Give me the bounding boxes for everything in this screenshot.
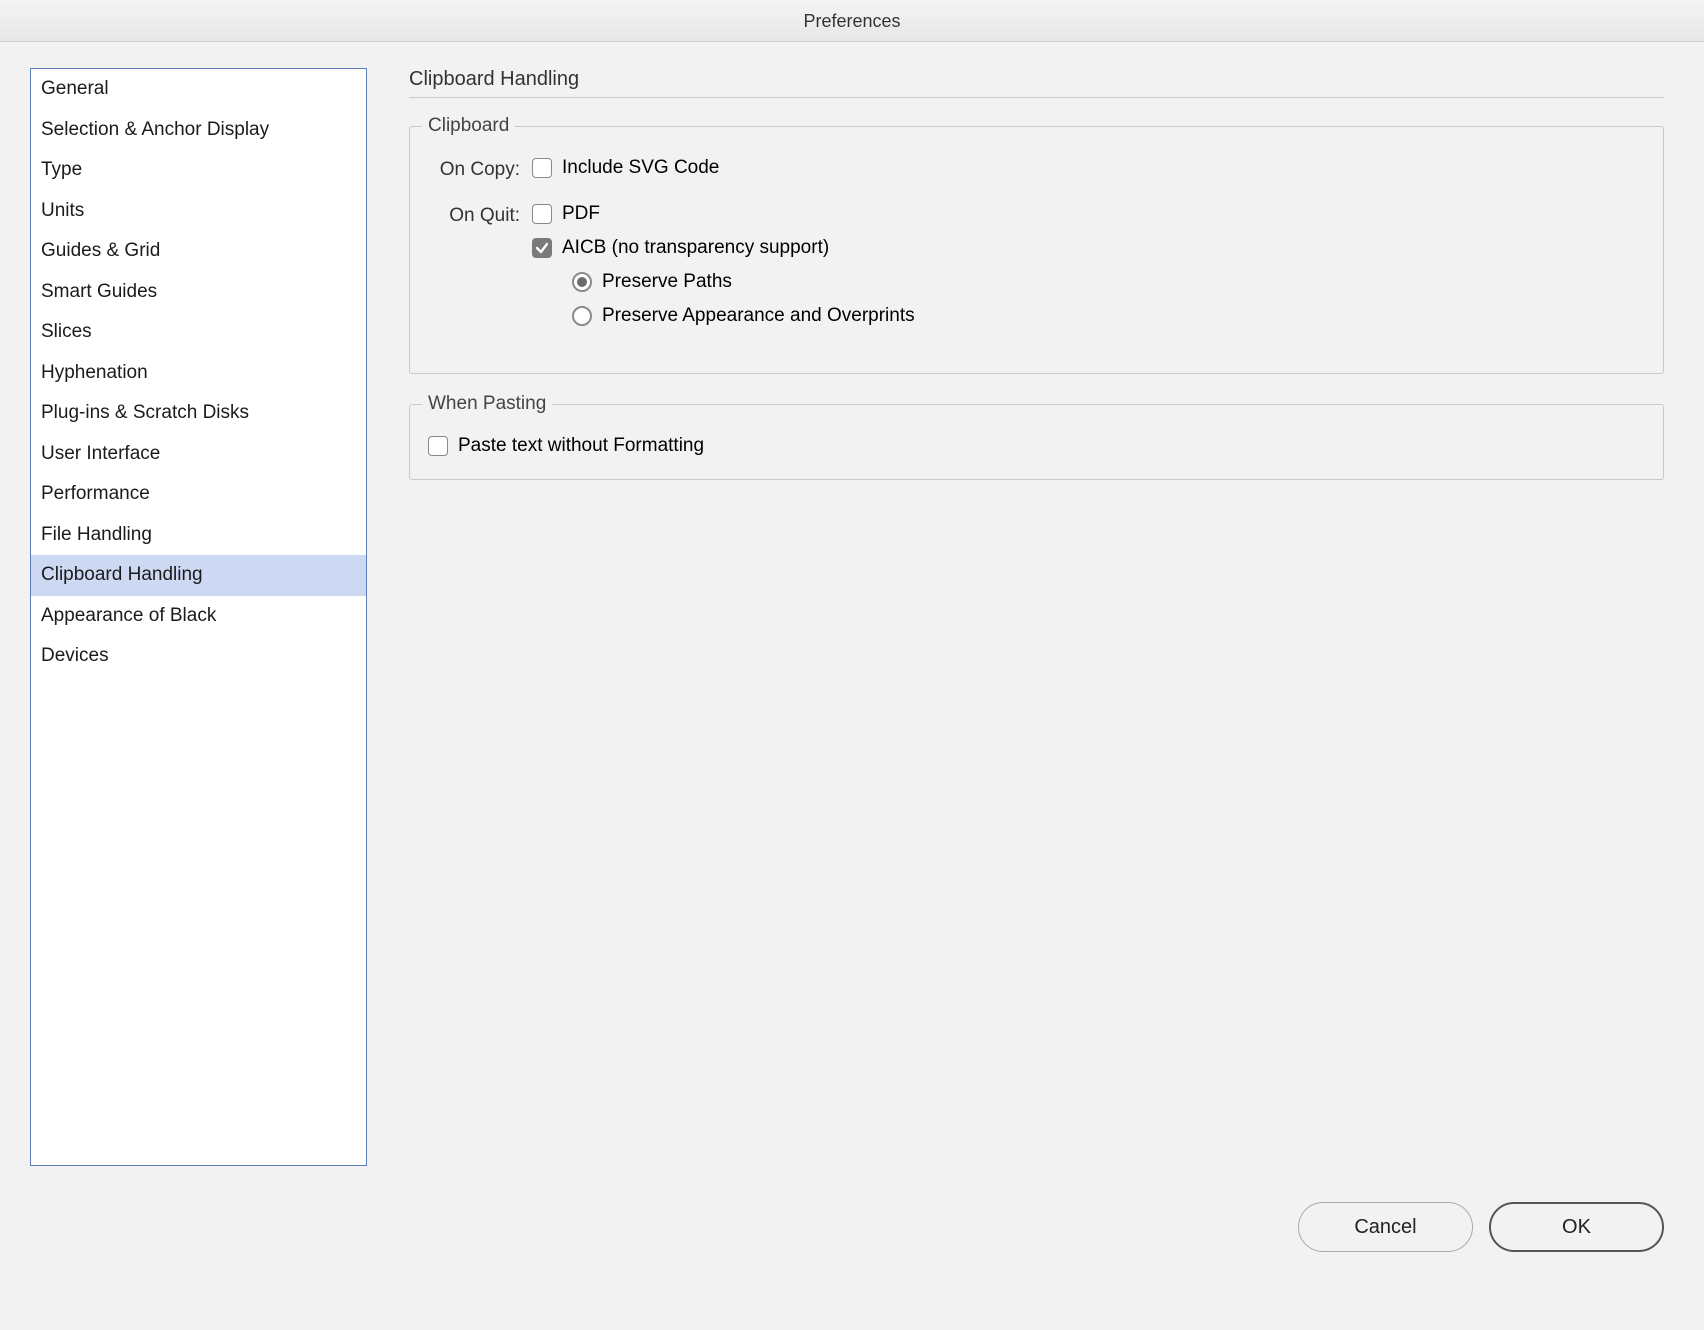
sidebar-item-label: Devices [41,645,109,666]
paste-without-formatting-checkbox[interactable] [428,436,448,456]
cancel-button[interactable]: Cancel [1298,1202,1473,1252]
sidebar-item-label: File Handling [41,524,152,545]
when-pasting-fieldset: When Pasting Paste text without Formatti… [409,404,1664,480]
preserve-paths-label: Preserve Paths [602,271,732,293]
ok-button[interactable]: OK [1489,1202,1664,1252]
sidebar-item-label: Units [41,200,84,221]
sidebar-item-general[interactable]: General [31,69,366,110]
main-pane: Clipboard Handling Clipboard On Copy: In… [367,68,1674,1192]
sidebar-item-plugins-scratch[interactable]: Plug-ins & Scratch Disks [31,393,366,434]
on-quit-label: On Quit: [428,203,532,227]
aicb-radio-group: Preserve Paths Preserve Appearance and O… [532,271,1645,327]
sidebar-item-user-interface[interactable]: User Interface [31,434,366,475]
sidebar-item-label: Appearance of Black [41,605,216,626]
clipboard-legend: Clipboard [422,115,515,137]
on-copy-label: On Copy: [428,157,532,181]
paste-without-formatting-label: Paste text without Formatting [458,435,704,457]
sidebar-item-smart-guides[interactable]: Smart Guides [31,272,366,313]
preserve-paths-option[interactable]: Preserve Paths [572,271,1645,293]
preserve-appearance-radio[interactable] [572,306,592,326]
sidebar-item-type[interactable]: Type [31,150,366,191]
pdf-checkbox[interactable] [532,204,552,224]
sidebar-item-label: Hyphenation [41,362,148,383]
preferences-sidebar: General Selection & Anchor Display Type … [30,68,367,1166]
sidebar-item-devices[interactable]: Devices [31,636,366,677]
sidebar-item-file-handling[interactable]: File Handling [31,515,366,556]
sidebar-item-label: User Interface [41,443,160,464]
sidebar-item-guides-grid[interactable]: Guides & Grid [31,231,366,272]
pane-title: Clipboard Handling [409,68,1664,97]
pdf-label: PDF [562,203,600,225]
sidebar-item-label: Plug-ins & Scratch Disks [41,402,249,423]
sidebar-item-label: Guides & Grid [41,240,160,261]
paste-without-formatting-option[interactable]: Paste text without Formatting [428,435,1645,457]
when-pasting-legend: When Pasting [422,393,552,415]
sidebar-item-performance[interactable]: Performance [31,474,366,515]
include-svg-option[interactable]: Include SVG Code [532,157,1645,179]
sidebar-item-hyphenation[interactable]: Hyphenation [31,353,366,394]
sidebar-item-label: Clipboard Handling [41,564,203,585]
sidebar-item-selection-anchor[interactable]: Selection & Anchor Display [31,110,366,151]
aicb-option[interactable]: AICB (no transparency support) [532,237,1645,259]
sidebar-item-label: Type [41,159,82,180]
sidebar-item-appearance-black[interactable]: Appearance of Black [31,596,366,637]
sidebar-item-slices[interactable]: Slices [31,312,366,353]
sidebar-item-label: Performance [41,483,150,504]
pane-title-divider [409,97,1664,98]
aicb-checkbox[interactable] [532,238,552,258]
preserve-paths-radio[interactable] [572,272,592,292]
on-copy-row: On Copy: Include SVG Code [428,157,1645,191]
sidebar-item-label: Slices [41,321,92,342]
preserve-appearance-label: Preserve Appearance and Overprints [602,305,915,327]
content-area: General Selection & Anchor Display Type … [0,42,1704,1202]
preserve-appearance-option[interactable]: Preserve Appearance and Overprints [572,305,1645,327]
on-quit-row: On Quit: PDF AICB (no transparency suppo… [428,203,1645,339]
sidebar-item-units[interactable]: Units [31,191,366,232]
include-svg-label: Include SVG Code [562,157,719,179]
dialog-footer: Cancel OK [0,1202,1704,1282]
aicb-label: AICB (no transparency support) [562,237,829,259]
sidebar-item-clipboard-handling[interactable]: Clipboard Handling [31,555,366,596]
clipboard-fieldset: Clipboard On Copy: Include SVG Code On Q… [409,126,1664,374]
include-svg-checkbox[interactable] [532,158,552,178]
pdf-option[interactable]: PDF [532,203,1645,225]
window-title: Preferences [0,0,1704,42]
sidebar-item-label: Smart Guides [41,281,157,302]
sidebar-item-label: General [41,78,109,99]
sidebar-item-label: Selection & Anchor Display [41,119,269,140]
